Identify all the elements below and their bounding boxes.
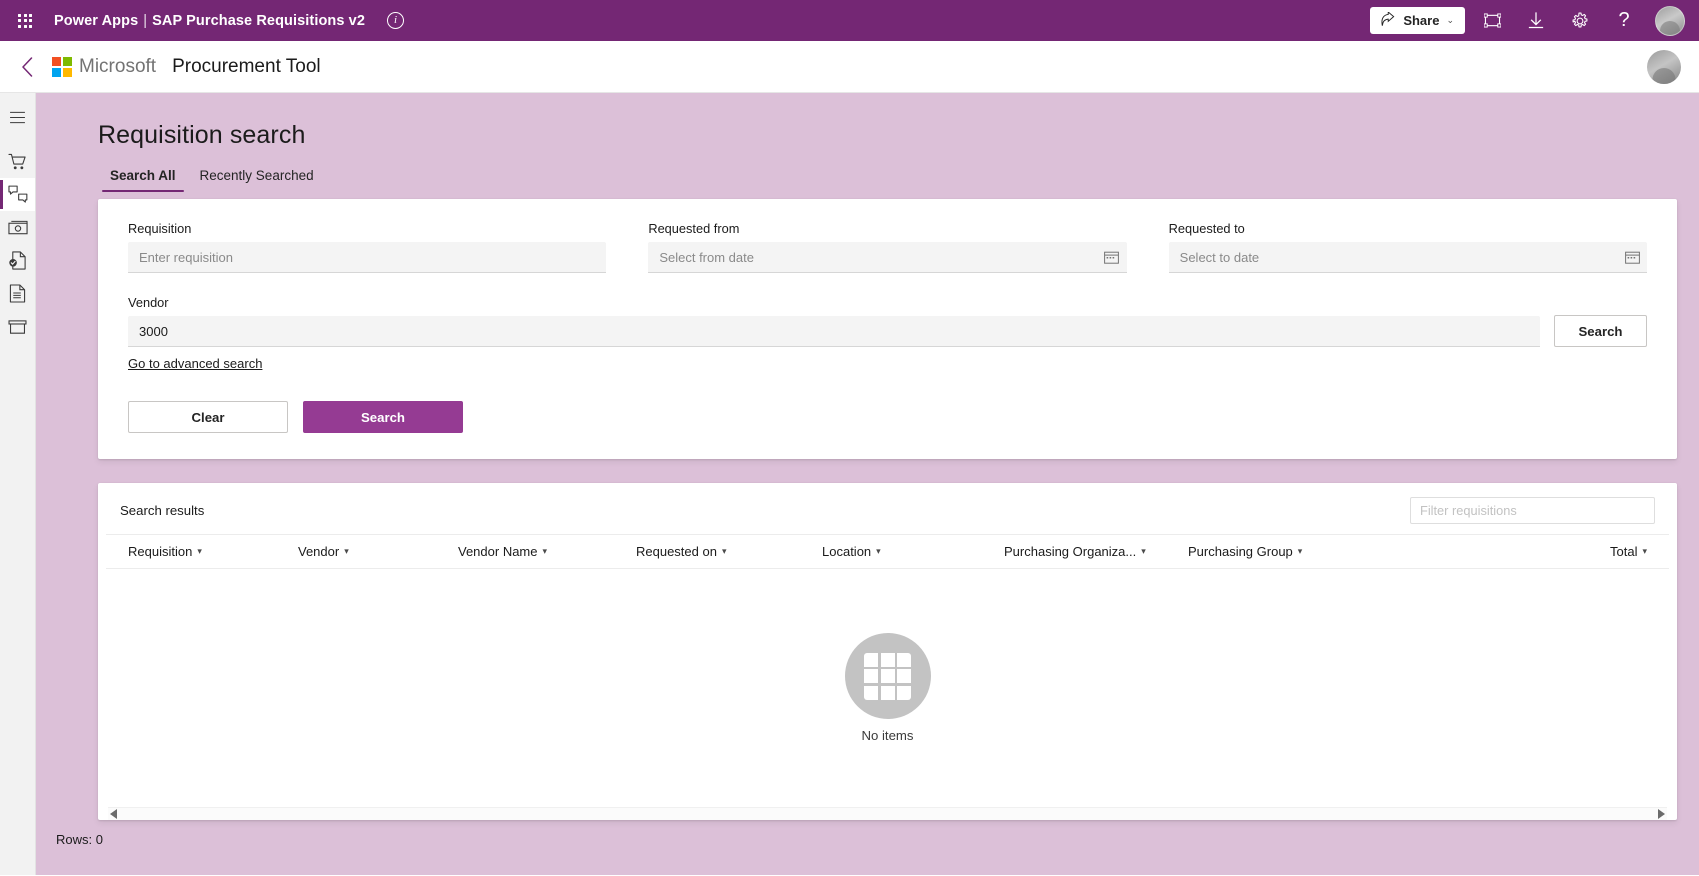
download-icon[interactable] — [1519, 4, 1553, 38]
search-form-card: Requisition Requested from — [98, 199, 1677, 459]
requested-from-label: Requested from — [648, 221, 740, 236]
filter-requisitions-input[interactable] — [1410, 497, 1655, 524]
share-icon — [1381, 10, 1396, 30]
waffle-grid-icon[interactable] — [8, 4, 42, 38]
requisition-input[interactable] — [128, 242, 607, 273]
horizontal-scrollbar[interactable] — [108, 807, 1667, 820]
title-separator: | — [143, 12, 148, 29]
calendar-icon[interactable] — [1624, 251, 1640, 265]
money-invoice-icon[interactable] — [0, 211, 35, 244]
shopping-cart-icon[interactable] — [0, 145, 35, 178]
clear-button[interactable]: Clear — [128, 401, 288, 433]
results-empty-state: No items — [98, 569, 1677, 807]
rows-count-label: Rows: 0 — [56, 832, 103, 847]
column-label: Vendor Name — [458, 544, 538, 559]
document-lines-icon[interactable] — [0, 277, 35, 310]
column-header-purchasing-organization[interactable]: Purchasing Organiza... ▾ — [1004, 544, 1188, 559]
tool-title: Procurement Tool — [172, 55, 321, 77]
archive-tray-icon[interactable] — [0, 310, 35, 343]
help-question-icon[interactable]: ? — [1607, 4, 1641, 38]
column-header-location[interactable]: Location ▾ — [822, 544, 1004, 559]
column-header-requested-on[interactable]: Requested on ▾ — [636, 544, 822, 559]
brand-bar: Microsoft Procurement Tool — [0, 41, 1699, 93]
column-label: Purchasing Group — [1188, 544, 1293, 559]
column-label: Vendor — [298, 544, 340, 559]
app-name: SAP Purchase Requisitions v2 — [152, 12, 365, 29]
vendor-search-button[interactable]: Search — [1554, 315, 1647, 347]
column-label: Requested on — [636, 544, 717, 559]
column-header-requisition[interactable]: Requisition ▾ — [128, 544, 298, 559]
search-button[interactable]: Search — [303, 401, 463, 433]
back-chevron-icon[interactable] — [10, 50, 44, 84]
approvals-icon[interactable] — [0, 178, 35, 211]
column-label: Requisition — [128, 544, 193, 559]
main-content: Requisition search Search All Recently S… — [36, 93, 1699, 875]
user-avatar[interactable] — [1647, 49, 1681, 84]
search-results-card: Search results Requisition ▾ Vendor ▾ Vend… — [98, 483, 1677, 820]
chevron-down-icon: ▾ — [1297, 546, 1303, 556]
column-label: Location — [822, 544, 872, 559]
settings-gear-icon[interactable] — [1563, 4, 1597, 38]
chevron-down-icon: ⌄ — [1446, 15, 1454, 25]
tab-strip: Search All Recently Searched — [36, 150, 1699, 192]
vendor-label: Vendor — [128, 295, 169, 310]
chevron-down-icon: ▾ — [1642, 546, 1647, 556]
info-icon[interactable]: i — [387, 12, 404, 29]
tab-search-all[interactable]: Search All — [98, 168, 188, 192]
column-label: Purchasing Organiza... — [1004, 544, 1137, 559]
document-approved-icon[interactable] — [0, 244, 35, 277]
page-title: Requisition search — [98, 121, 306, 149]
advanced-search-link[interactable]: Go to advanced search — [128, 356, 262, 371]
chevron-down-icon: ▾ — [1141, 546, 1146, 556]
chevron-down-icon: ▾ — [542, 546, 548, 556]
app-shell: Requisition search Search All Recently S… — [0, 93, 1699, 875]
requested-to-field-group: Requested to — [1168, 221, 1647, 273]
empty-grid-icon — [844, 633, 931, 719]
share-button[interactable]: Share ⌄ — [1370, 7, 1465, 34]
chevron-down-icon: ▾ — [721, 546, 727, 556]
requested-from-field-group: Requested from — [648, 221, 1127, 273]
search-form: Requisition Requested from — [98, 199, 1677, 459]
results-header: Search results — [98, 483, 1677, 534]
results-grid-header: Requisition ▾ Vendor ▾ Vendor Name ▾ Reques… — [106, 534, 1669, 569]
empty-state-label: No items — [861, 728, 914, 743]
scroll-right-arrow-icon[interactable] — [1658, 809, 1665, 819]
user-avatar[interactable] — [1655, 5, 1685, 36]
microsoft-logo-icon — [52, 56, 72, 77]
column-header-vendor[interactable]: Vendor ▾ — [298, 544, 458, 559]
calendar-icon[interactable] — [1104, 251, 1120, 265]
column-header-purchasing-group[interactable]: Purchasing Group ▾ — [1188, 544, 1610, 559]
requested-from-input[interactable] — [648, 242, 1127, 273]
vendor-field-group: Vendor — [128, 295, 1540, 347]
column-header-vendor-name[interactable]: Vendor Name ▾ — [458, 544, 636, 559]
app-header-bar: Power Apps | SAP Purchase Requisitions v2 … — [0, 0, 1699, 41]
requisition-field-group: Requisition — [128, 221, 607, 273]
microsoft-wordmark: Microsoft — [79, 55, 157, 77]
scroll-left-arrow-icon[interactable] — [110, 809, 117, 819]
app-title: Power Apps | SAP Purchase Requisitions v2 — [54, 13, 365, 29]
requested-to-date-wrapper — [1168, 242, 1647, 273]
product-name: Power Apps — [54, 12, 139, 29]
search-form-row-1: Requisition Requested from — [128, 221, 1647, 273]
requested-from-date-wrapper — [648, 242, 1127, 273]
requested-to-label: Requested to — [1168, 221, 1245, 236]
form-actions: Clear Search — [128, 401, 1647, 433]
fit-to-screen-icon[interactable] — [1475, 4, 1509, 38]
chevron-down-icon: ▾ — [876, 546, 881, 556]
tab-recently-searched[interactable]: Recently Searched — [188, 168, 326, 192]
rail-divider — [0, 134, 35, 145]
left-nav-rail — [0, 93, 36, 875]
column-label: Total — [1610, 544, 1638, 559]
chevron-down-icon: ▾ — [344, 546, 349, 556]
requisition-label: Requisition — [128, 221, 192, 236]
search-form-row-2: Vendor Search — [128, 295, 1647, 347]
hamburger-menu-icon[interactable] — [0, 101, 35, 134]
requested-to-input[interactable] — [1168, 242, 1647, 273]
results-title: Search results — [120, 503, 205, 518]
column-header-total[interactable]: Total ▾ — [1610, 544, 1647, 559]
share-label: Share — [1403, 13, 1440, 28]
vendor-input[interactable] — [128, 316, 1540, 347]
chevron-down-icon: ▾ — [197, 546, 202, 556]
